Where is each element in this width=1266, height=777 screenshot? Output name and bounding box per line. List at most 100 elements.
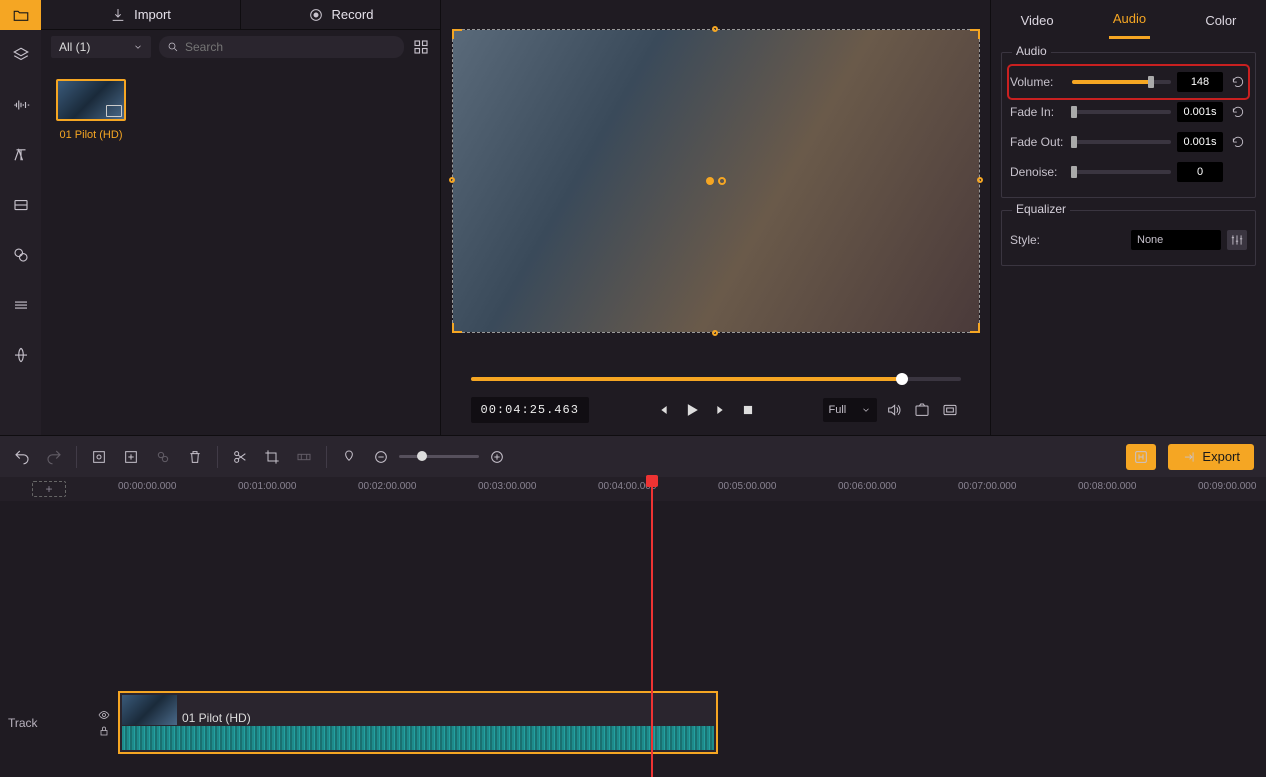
audio-legend: Audio: [1012, 44, 1051, 58]
track-1: Track 01 Pilot (HD): [0, 691, 1266, 754]
crop-handle-bl[interactable]: [452, 323, 462, 333]
speed-icon: [296, 449, 312, 465]
volume-row: Volume: 148: [1010, 67, 1247, 97]
search-input[interactable]: [185, 40, 396, 54]
ruler-tick: 00:08:00.000: [1078, 481, 1136, 492]
add-track-button[interactable]: +: [32, 481, 66, 497]
playhead[interactable]: [651, 477, 653, 777]
view-grid-button[interactable]: [412, 38, 430, 56]
tab-audio[interactable]: Audio: [1109, 1, 1150, 39]
crop-handle-left[interactable]: [449, 177, 455, 183]
timeline-clip[interactable]: 01 Pilot (HD): [118, 691, 718, 754]
equalizer-fieldset: Equalizer Style: None: [1001, 210, 1256, 266]
sidebar-item-audio[interactable]: [0, 80, 41, 130]
timeline-ruler[interactable]: + 00:00:00.00000:01:00.00000:02:00.00000…: [0, 477, 1266, 501]
undo-button[interactable]: [12, 447, 32, 467]
marker-button[interactable]: [339, 447, 359, 467]
fadein-value[interactable]: 0.001s: [1177, 102, 1223, 122]
preview-size-select[interactable]: Full: [823, 398, 877, 422]
media-panel: Import Record All (1) 01 Pilot (HD): [41, 0, 440, 435]
volume-reset[interactable]: [1229, 73, 1247, 91]
zoom-out-button[interactable]: [371, 447, 391, 467]
crop-handle-right[interactable]: [977, 177, 983, 183]
sidebar-item-transitions[interactable]: [0, 280, 41, 330]
fadein-slider[interactable]: [1072, 110, 1171, 114]
filter-label: All (1): [59, 40, 90, 54]
redo-button[interactable]: [44, 447, 64, 467]
sidebar-item-layers[interactable]: [0, 30, 41, 80]
reset-icon: [1231, 105, 1245, 119]
track-area: Track 01 Pilot (HD): [0, 501, 1266, 754]
cut-button[interactable]: [230, 447, 250, 467]
zoom-slider[interactable]: [399, 455, 479, 458]
play-button[interactable]: [681, 399, 703, 421]
sidebar-item-media[interactable]: [0, 0, 41, 30]
ruler-tick: 00:09:00.000: [1198, 481, 1256, 492]
media-thumb[interactable]: 01 Pilot (HD): [56, 79, 126, 141]
next-frame-button[interactable]: [709, 399, 731, 421]
fadeout-slider[interactable]: [1072, 140, 1171, 144]
scrub-fill: [471, 377, 902, 381]
fadeout-reset[interactable]: [1229, 133, 1247, 151]
preview-frame[interactable]: [453, 30, 979, 332]
fadeout-value[interactable]: 0.001s: [1177, 132, 1223, 152]
size-label: Full: [829, 404, 847, 416]
volume-value[interactable]: 148: [1177, 72, 1223, 92]
sidebar-item-effects[interactable]: [0, 330, 41, 380]
tab-video[interactable]: Video: [1017, 3, 1058, 38]
overlay-icon: [12, 196, 30, 214]
eq-style-label: Style:: [1010, 233, 1066, 247]
property-panel: Video Audio Color Audio Volume: 148 Fade…: [990, 0, 1266, 435]
folder-icon: [12, 6, 30, 24]
record-button[interactable]: Record: [241, 0, 440, 29]
sidebar-item-elements[interactable]: [0, 230, 41, 280]
fullscreen-button[interactable]: [939, 399, 961, 421]
grid-icon: [412, 38, 430, 56]
stop-button[interactable]: [737, 399, 759, 421]
scrub-knob[interactable]: [896, 373, 908, 385]
tool-link[interactable]: [153, 447, 173, 467]
sliders-icon: [1230, 233, 1244, 247]
crop-handle-top[interactable]: [712, 26, 718, 32]
preview-scrubber[interactable]: [471, 377, 961, 381]
tab-color[interactable]: Color: [1201, 3, 1240, 38]
zoom-knob[interactable]: [417, 451, 427, 461]
denoise-slider[interactable]: [1072, 170, 1171, 174]
eq-style-select[interactable]: None: [1131, 230, 1221, 250]
timecode-display: 00:04:25.463: [471, 397, 589, 423]
anchor-point[interactable]: [706, 177, 726, 185]
crop-handle-tr[interactable]: [970, 29, 980, 39]
import-button[interactable]: Import: [41, 0, 241, 29]
prev-frame-button[interactable]: [653, 399, 675, 421]
crop-button[interactable]: [262, 447, 282, 467]
property-tabs: Video Audio Color: [991, 0, 1266, 40]
fadein-label: Fade In:: [1010, 105, 1066, 119]
speed-button[interactable]: [294, 447, 314, 467]
prev-frame-icon: [656, 402, 672, 418]
tool-add[interactable]: [121, 447, 141, 467]
sidebar-item-text[interactable]: [0, 130, 41, 180]
lock-icon[interactable]: [98, 725, 110, 737]
volume-slider[interactable]: [1072, 80, 1171, 84]
denoise-value[interactable]: 0: [1177, 162, 1223, 182]
media-search: [159, 36, 404, 58]
media-filter-select[interactable]: All (1): [51, 36, 151, 58]
crop-handle-tl[interactable]: [452, 29, 462, 39]
crop-handle-br[interactable]: [970, 323, 980, 333]
mute-button[interactable]: [883, 399, 905, 421]
effects-icon: [12, 346, 30, 364]
sidebar-item-overlays[interactable]: [0, 180, 41, 230]
chevron-down-icon: [133, 42, 143, 52]
snapshot-button[interactable]: [911, 399, 933, 421]
export-button[interactable]: Export: [1168, 444, 1254, 470]
eq-settings-button[interactable]: [1227, 230, 1247, 250]
import-label: Import: [134, 7, 171, 22]
eye-icon[interactable]: [98, 709, 110, 721]
render-button[interactable]: [1126, 444, 1156, 470]
tool-1[interactable]: [89, 447, 109, 467]
fadein-reset[interactable]: [1229, 103, 1247, 121]
zoom-in-button[interactable]: [487, 447, 507, 467]
crop-handle-bottom[interactable]: [712, 330, 718, 336]
delete-button[interactable]: [185, 447, 205, 467]
crop-icon: [264, 449, 280, 465]
